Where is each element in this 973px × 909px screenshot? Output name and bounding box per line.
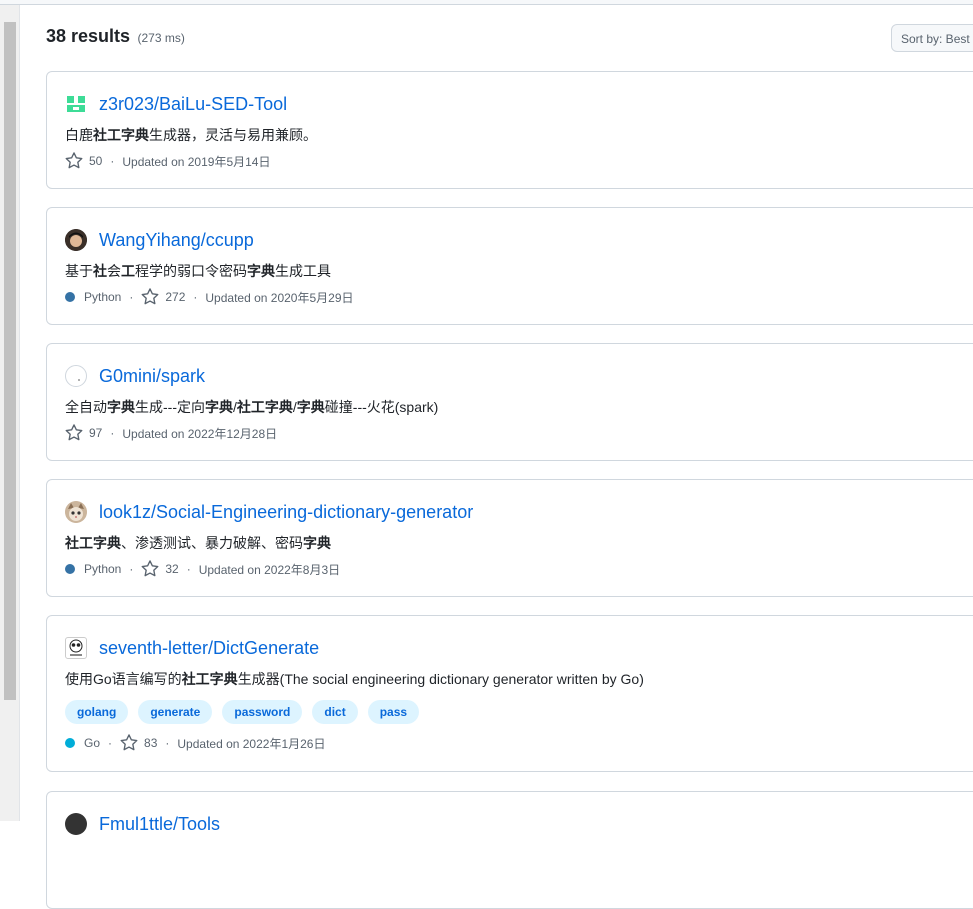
repo-avatar	[65, 637, 87, 659]
repo-meta: Python · 272 · Updated on 2020年5月29日	[65, 288, 354, 306]
language-color-dot	[65, 564, 75, 574]
repo-description: 基于社会工程学的弱口令密码字典生成工具	[65, 263, 331, 279]
repo-link[interactable]: G0mini/spark	[99, 366, 205, 387]
repo-description: 社工字典、渗透测试、暴力破解、密码字典	[65, 535, 331, 551]
repo-card: seventh-letter/DictGenerate 使用Go语言编写的社工字…	[46, 615, 973, 772]
repo-card: WangYihang/ccupp 基于社会工程学的弱口令密码字典生成工具 Pyt…	[46, 207, 973, 325]
language-label: Python	[84, 562, 122, 576]
separator: ·	[108, 736, 113, 750]
updated-date: Updated on 2019年5月14日	[122, 154, 271, 169]
repo-description: 白鹿社工字典生成器，灵活与易用兼顾。	[65, 127, 317, 143]
repo-avatar	[65, 229, 87, 251]
topic-tag[interactable]: password	[222, 700, 303, 724]
repo-link[interactable]: seventh-letter/DictGenerate	[99, 638, 319, 659]
repo-avatar	[65, 93, 87, 115]
separator: ·	[110, 154, 115, 168]
repo-meta: 50 · Updated on 2019年5月14日	[65, 152, 270, 170]
repo-card: G0mini/spark 全自动字典生成---定向字典/社工字典/字典碰撞---…	[46, 343, 973, 461]
repo-avatar	[65, 813, 87, 835]
repo-card: Fmul1ttle/Tools	[46, 791, 973, 909]
repo-meta: Python · 32 · Updated on 2022年8月3日	[65, 560, 340, 578]
repo-avatar	[65, 501, 87, 523]
separator: ·	[165, 736, 170, 750]
results-time: (273 ms)	[137, 31, 185, 45]
topic-tag[interactable]: generate	[138, 700, 213, 724]
separator: ·	[129, 290, 134, 304]
star-count[interactable]: 83	[144, 736, 157, 750]
repo-meta: Go · 83 · Updated on 2022年1月26日	[65, 734, 325, 752]
repo-link[interactable]: Fmul1ttle/Tools	[99, 814, 220, 835]
star-icon[interactable]	[120, 734, 138, 752]
results-header: 38 results (273 ms)	[46, 26, 185, 47]
language-label: Go	[84, 736, 101, 750]
repo-link[interactable]: z3r023/BaiLu-SED-Tool	[99, 94, 287, 115]
star-icon[interactable]	[65, 424, 83, 442]
star-count[interactable]: 50	[89, 154, 102, 168]
topic-tags: golang generate password dict pass	[65, 700, 420, 724]
language-color-dot	[65, 738, 75, 748]
star-icon[interactable]	[65, 152, 83, 170]
repo-link[interactable]: WangYihang/ccupp	[99, 230, 254, 251]
star-count[interactable]: 32	[165, 562, 178, 576]
separator: ·	[110, 426, 115, 440]
language-color-dot	[65, 292, 75, 302]
separator: ·	[193, 290, 198, 304]
star-count[interactable]: 272	[165, 290, 185, 304]
topic-tag[interactable]: golang	[65, 700, 129, 724]
top-border	[0, 0, 973, 5]
repo-link[interactable]: look1z/Social-Engineering-dictionary-gen…	[99, 502, 473, 523]
updated-date: Updated on 2022年12月28日	[122, 426, 278, 441]
results-count: 38 results	[46, 26, 131, 46]
repo-description: 全自动字典生成---定向字典/社工字典/字典碰撞---火花(spark)	[65, 399, 439, 415]
topic-tag[interactable]: pass	[367, 700, 420, 724]
repo-avatar	[65, 365, 87, 387]
updated-date: Updated on 2022年1月26日	[177, 736, 326, 751]
language-label: Python	[84, 290, 122, 304]
separator: ·	[186, 562, 191, 576]
sort-dropdown-button[interactable]: Sort by: Best match	[891, 24, 973, 52]
separator: ·	[129, 562, 134, 576]
topic-tag[interactable]: dict	[312, 700, 358, 724]
updated-date: Updated on 2020年5月29日	[205, 290, 354, 305]
repo-description: 使用Go语言编写的社工字典生成器(The social engineering …	[65, 671, 644, 687]
repo-meta: 97 · Updated on 2022年12月28日	[65, 424, 277, 442]
left-scrollbar-track[interactable]	[0, 5, 20, 821]
repo-card: look1z/Social-Engineering-dictionary-gen…	[46, 479, 973, 597]
star-icon[interactable]	[141, 560, 159, 578]
repo-card: z3r023/BaiLu-SED-Tool 白鹿社工字典生成器，灵活与易用兼顾。…	[46, 71, 973, 189]
star-icon[interactable]	[141, 288, 159, 306]
updated-date: Updated on 2022年8月3日	[198, 562, 341, 577]
star-count[interactable]: 97	[89, 426, 102, 440]
scrollbar-thumb[interactable]	[4, 22, 16, 700]
